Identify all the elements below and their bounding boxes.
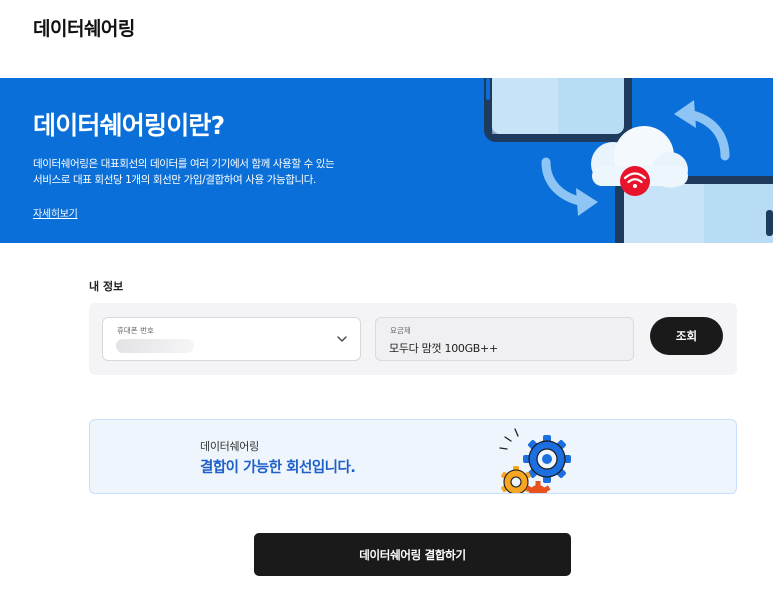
data-sharing-join-button[interactable]: 데이터쉐어링 결합하기	[254, 533, 571, 576]
plan-label: 요금제	[390, 326, 411, 335]
phone-number-label: 휴대폰 번호	[117, 326, 154, 335]
banner-description-line: 서비스로 대표 회선당 1개의 회선만 가입/결합하여 사용 가능합니다.	[33, 174, 316, 186]
chevron-down-icon	[337, 336, 347, 342]
learn-more-link[interactable]: 자세히보기	[33, 205, 78, 220]
my-info-label: 내 정보	[89, 280, 124, 293]
banner-description: 데이터쉐어링은 대표회선의 데이터를 여러 기기에서 함께 사용할 수 있는 서…	[33, 156, 393, 188]
banner-title: 데이터쉐어링이란?	[33, 111, 225, 140]
lookup-button[interactable]: 조회	[650, 317, 723, 355]
result-message: 결합이 가능한 회선입니다.	[200, 460, 356, 476]
eligibility-result-box: 데이터쉐어링 결합이 가능한 회선입니다.	[89, 419, 737, 494]
page-title: 데이터쉐어링	[33, 18, 135, 40]
plan-field: 요금제 모두다 맘껏 100GB++	[375, 317, 634, 361]
phone-sharing-illustration	[484, 78, 773, 243]
result-subtitle: 데이터쉐어링	[200, 440, 259, 453]
phone-number-select[interactable]: 휴대폰 번호	[102, 317, 361, 361]
wifi-icon	[620, 166, 650, 196]
my-info-panel: 휴대폰 번호 요금제 모두다 맘껏 100GB++ 조회	[89, 303, 737, 375]
plan-value: 모두다 맘껏 100GB++	[389, 342, 498, 355]
gears-icon	[499, 428, 571, 493]
banner-description-line: 데이터쉐어링은 대표회선의 데이터를 여러 기기에서 함께 사용할 수 있는	[33, 158, 335, 170]
info-banner: 데이터쉐어링이란? 데이터쉐어링은 대표회선의 데이터를 여러 기기에서 함께 …	[0, 78, 773, 243]
phone-number-value-masked	[116, 339, 194, 353]
